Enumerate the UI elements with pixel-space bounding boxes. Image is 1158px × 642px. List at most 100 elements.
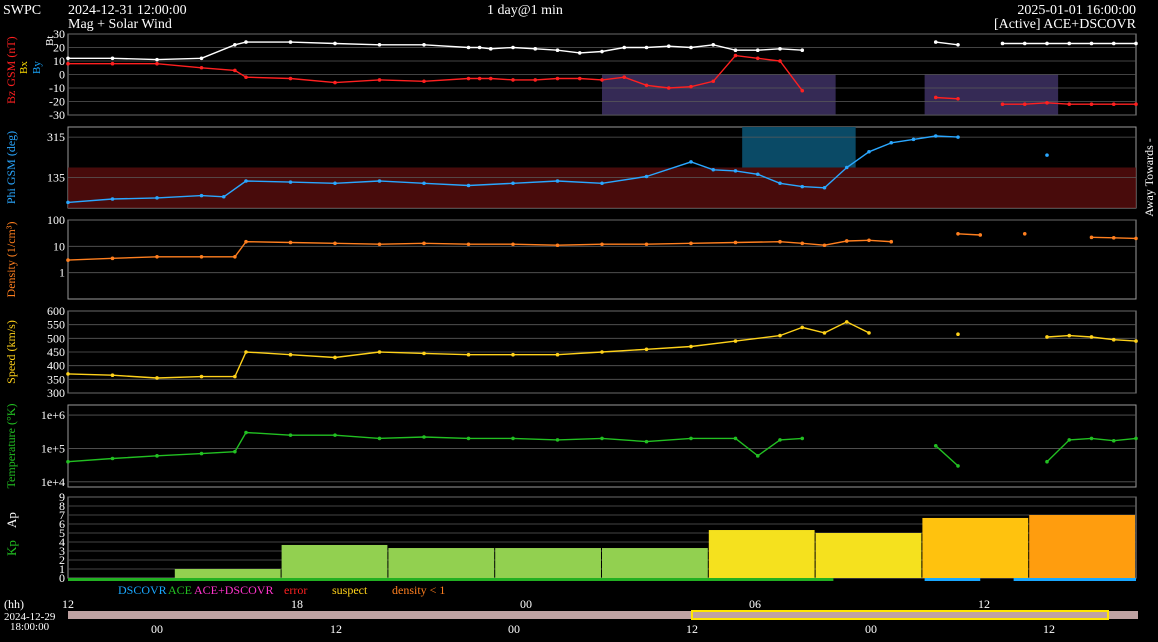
y-tick-label: 600 <box>47 304 65 318</box>
data-point <box>1067 333 1072 338</box>
brand-label: SWPC <box>3 3 41 18</box>
data-point <box>1089 102 1094 106</box>
data-point <box>488 47 493 51</box>
kp-bar <box>1029 515 1135 578</box>
data-point <box>66 200 70 205</box>
data-point <box>155 196 159 200</box>
data-point <box>600 49 604 54</box>
data-point <box>466 242 471 247</box>
time-tick-bottom: 00 <box>865 622 877 636</box>
data-point <box>110 256 115 261</box>
data-point <box>555 179 560 183</box>
status-legend: DSCOVR ACE ACE+DSCOVR error suspect density <… <box>118 583 445 597</box>
panel-temperature: 1e+6 1e+5 1e+4 Temperature (°K) <box>4 404 1137 489</box>
y-tick-label: -20 <box>49 95 65 109</box>
kp-bar <box>388 548 495 578</box>
status-legend-item: ACE <box>168 583 192 597</box>
data-point <box>1111 438 1116 443</box>
data-point <box>477 76 482 81</box>
y-tick-label: -10 <box>49 81 65 95</box>
y-tick-label: 0 <box>59 68 65 82</box>
data-point <box>733 48 738 52</box>
data-point <box>1089 235 1094 240</box>
data-point <box>199 255 204 259</box>
data-point <box>755 48 760 52</box>
data-point <box>889 140 894 145</box>
data-point <box>422 351 426 356</box>
temperature-axis-label: Temperature (°K) <box>4 404 18 489</box>
status-legend-item: DSCOVR <box>118 583 167 597</box>
time-tick-top: 12 <box>978 597 990 611</box>
data-point <box>1134 339 1138 343</box>
data-point <box>1111 41 1116 46</box>
y-tick-label: 100 <box>47 213 65 227</box>
data-point <box>333 241 337 246</box>
data-point <box>689 160 693 164</box>
start-time-label: 2024-12-31 12:00:00 <box>68 3 187 18</box>
data-point <box>733 240 738 245</box>
data-point <box>244 179 248 183</box>
data-point <box>1022 231 1027 236</box>
status-legend-item: error <box>284 583 307 597</box>
kp-bar <box>602 548 708 578</box>
data-point <box>511 352 515 357</box>
data-point <box>555 243 560 248</box>
status-dscovr-strip <box>1013 578 1136 581</box>
time-range-track[interactable] <box>68 611 1138 619</box>
data-point <box>288 433 293 437</box>
time-tick-bottom: 12 <box>1043 622 1055 636</box>
data-point <box>933 134 938 138</box>
data-point <box>199 56 204 61</box>
data-point <box>422 79 426 84</box>
bottom-time-label: 18:00:00 <box>10 621 50 633</box>
data-point <box>956 332 960 337</box>
data-point <box>555 76 560 81</box>
data-point <box>377 242 382 247</box>
data-point <box>511 45 515 50</box>
data-point <box>199 193 204 198</box>
data-point <box>1067 41 1072 46</box>
data-point <box>422 43 426 47</box>
data-point <box>733 339 738 343</box>
source-label: [Active] ACE+DSCOVR <box>994 17 1137 32</box>
data-point <box>422 435 426 439</box>
data-point <box>733 53 738 58</box>
time-tick-top: 00 <box>520 597 532 611</box>
data-point <box>755 454 760 458</box>
data-point <box>844 239 849 243</box>
data-point <box>1111 236 1116 240</box>
data-point <box>66 459 70 464</box>
data-point <box>110 61 115 66</box>
data-point <box>199 374 204 379</box>
data-point <box>644 439 649 444</box>
bz-axis-label: Bz GSM (nT) <box>4 36 18 104</box>
data-point <box>867 149 871 154</box>
data-point <box>711 167 716 172</box>
towards-region <box>742 127 856 168</box>
subtitle-label: Mag + Solar Wind <box>68 17 172 32</box>
data-point <box>644 83 649 88</box>
data-point <box>978 233 983 237</box>
y-tick-label: 1e+4 <box>41 475 65 489</box>
data-point <box>244 75 248 79</box>
y-tick-label: 300 <box>47 386 65 400</box>
data-point <box>66 56 70 61</box>
data-point <box>199 451 204 456</box>
data-point <box>555 48 560 52</box>
panels-group: 3020100-10-20-30BzGSM (nT) Bx ByBt315135Ph… <box>4 27 1156 585</box>
data-point <box>333 433 337 437</box>
y-tick-label: 135 <box>47 171 65 185</box>
data-point <box>622 45 627 50</box>
data-point <box>466 76 471 81</box>
panel-density: 100 10 1 Density (1/cm³) <box>4 213 1137 300</box>
data-point <box>66 258 70 262</box>
end-time-label: 2025-01-01 16:00:00 <box>1017 3 1136 18</box>
kp-bar <box>708 530 815 578</box>
y-tick-label: 450 <box>47 345 65 359</box>
data-point <box>956 97 960 101</box>
data-point <box>844 320 849 324</box>
y-tick-label: 1 <box>59 266 65 280</box>
data-point <box>1134 102 1138 106</box>
data-point <box>644 174 649 179</box>
data-point <box>733 436 738 441</box>
